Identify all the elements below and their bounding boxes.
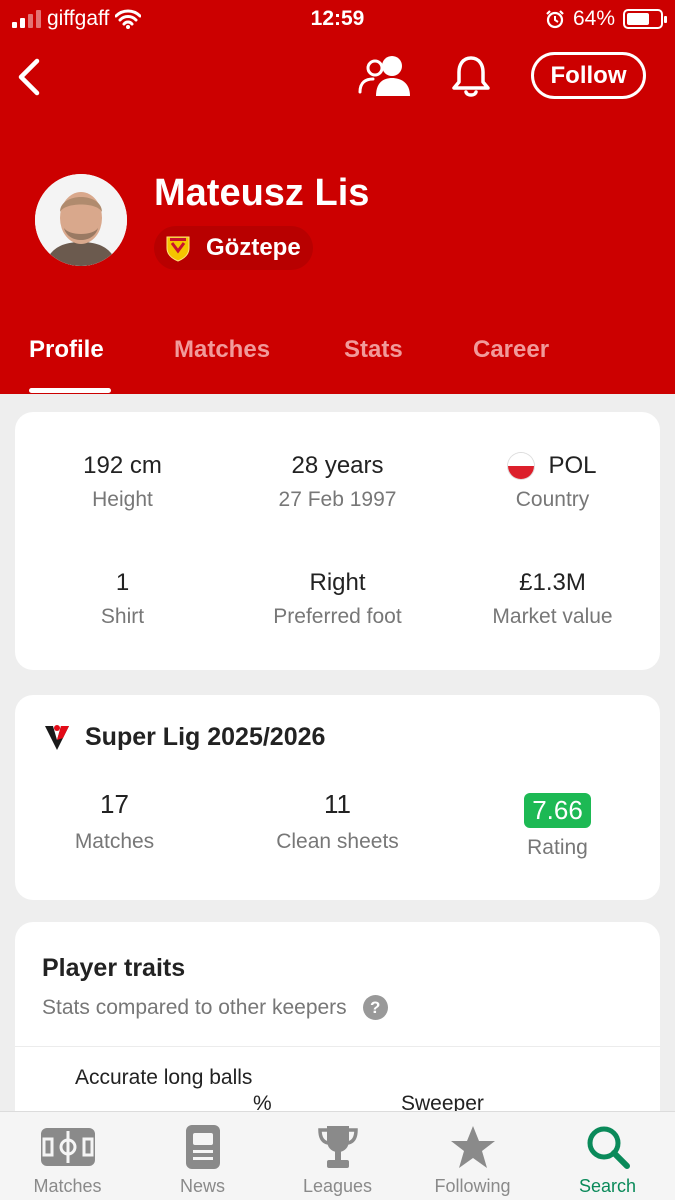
bottom-navigation: Matches News Leagues Following Search: [0, 1111, 675, 1200]
nav-search[interactable]: Search: [540, 1112, 675, 1200]
trait-accurate-long-balls-label: Accurate long balls: [75, 1066, 253, 1089]
country-cell: POL Country: [445, 452, 660, 512]
birth-date: 27 Feb 1997: [278, 488, 397, 511]
news-icon: [185, 1125, 220, 1169]
active-tab-indicator: [29, 388, 111, 393]
height-label: Height: [92, 488, 153, 511]
matches-label: Matches: [74, 830, 155, 853]
nav-leagues-label: Leagues: [302, 1176, 373, 1196]
market-value-label: Market value: [492, 605, 613, 628]
nav-matches[interactable]: Matches: [0, 1112, 135, 1200]
pitch-icon: [40, 1128, 95, 1166]
league-stats-card[interactable]: Super Lig 2025/2026 17 Matches 11 Clean …: [15, 695, 660, 900]
profile-tabs: Profile Matches Stats Career: [0, 330, 675, 394]
follow-button[interactable]: Follow: [531, 52, 646, 99]
nav-leagues[interactable]: Leagues: [270, 1112, 405, 1200]
traits-subtitle: Stats compared to other keepers: [42, 995, 347, 1019]
battery-icon: [623, 9, 667, 29]
market-value-cell: £1.3M Market value: [445, 569, 660, 629]
trophy-icon: [317, 1126, 358, 1168]
star-icon: [450, 1126, 495, 1168]
shirt-label: Shirt: [100, 605, 145, 628]
shirt-value: 1: [115, 569, 130, 596]
poland-flag-icon: [508, 453, 535, 479]
rating-stat: 7.66 Rating: [450, 793, 665, 860]
clean-sheets-value: 11: [324, 789, 351, 819]
clean-sheets-stat: 11 Clean sheets: [230, 789, 445, 854]
rating-label: Rating: [527, 836, 588, 859]
foot-label: Preferred foot: [273, 605, 402, 628]
age-cell: 28 years 27 Feb 1997: [230, 452, 445, 512]
market-value: £1.3M: [519, 569, 586, 596]
people-icon: [358, 56, 410, 96]
nav-search-label: Search: [578, 1176, 637, 1196]
team-name: Göztepe: [206, 234, 301, 261]
tab-career[interactable]: Career: [473, 336, 549, 364]
height-value: 192 cm: [83, 452, 162, 479]
notifications-button[interactable]: [450, 54, 492, 98]
nav-news[interactable]: News: [135, 1112, 270, 1200]
back-button[interactable]: [10, 55, 50, 99]
chevron-left-icon: [18, 58, 40, 96]
status-bar: giffgaff 12:59 64%: [0, 0, 675, 40]
foot-cell: Right Preferred foot: [230, 569, 445, 629]
tab-profile[interactable]: Profile: [29, 336, 104, 364]
height-cell: 192 cm Height: [15, 452, 230, 512]
foot-value: Right: [309, 569, 366, 596]
team-chip[interactable]: Göztepe: [154, 226, 313, 270]
tab-matches[interactable]: Matches: [174, 336, 270, 364]
team-crest-icon: [166, 236, 190, 262]
clean-sheets-label: Clean sheets: [276, 830, 399, 853]
profile-header: giffgaff 12:59 64% Follow Mateusz Lis Gö…: [0, 0, 675, 394]
alarm-icon: [546, 10, 564, 29]
nav-news-label: News: [179, 1176, 225, 1196]
player-avatar: [35, 174, 127, 266]
player-info-card: 192 cm Height 28 years 27 Feb 1997 POL C…: [15, 412, 660, 670]
nav-following-label: Following: [434, 1176, 511, 1196]
help-icon[interactable]: ?: [362, 995, 388, 1020]
rating-badge: 7.66: [524, 793, 591, 828]
country-value: POL: [548, 452, 597, 479]
squad-button[interactable]: [358, 54, 412, 98]
age-value: 28 years: [291, 452, 384, 479]
nav-matches-label: Matches: [33, 1176, 102, 1196]
divider: [15, 1046, 660, 1047]
traits-title: Player traits: [42, 954, 186, 982]
matches-stat: 17 Matches: [7, 789, 222, 854]
battery-percent: 64%: [572, 7, 615, 30]
super-lig-logo-icon: [45, 725, 69, 750]
matches-value: 17: [100, 789, 129, 819]
bell-icon: [452, 56, 490, 97]
league-title: Super Lig 2025/2026: [85, 722, 326, 751]
nav-following[interactable]: Following: [405, 1112, 540, 1200]
shirt-cell: 1 Shirt: [15, 569, 230, 629]
tab-stats[interactable]: Stats: [344, 336, 403, 364]
country-label: Country: [515, 488, 590, 511]
player-name: Mateusz Lis: [154, 172, 370, 214]
search-icon: [587, 1126, 630, 1169]
